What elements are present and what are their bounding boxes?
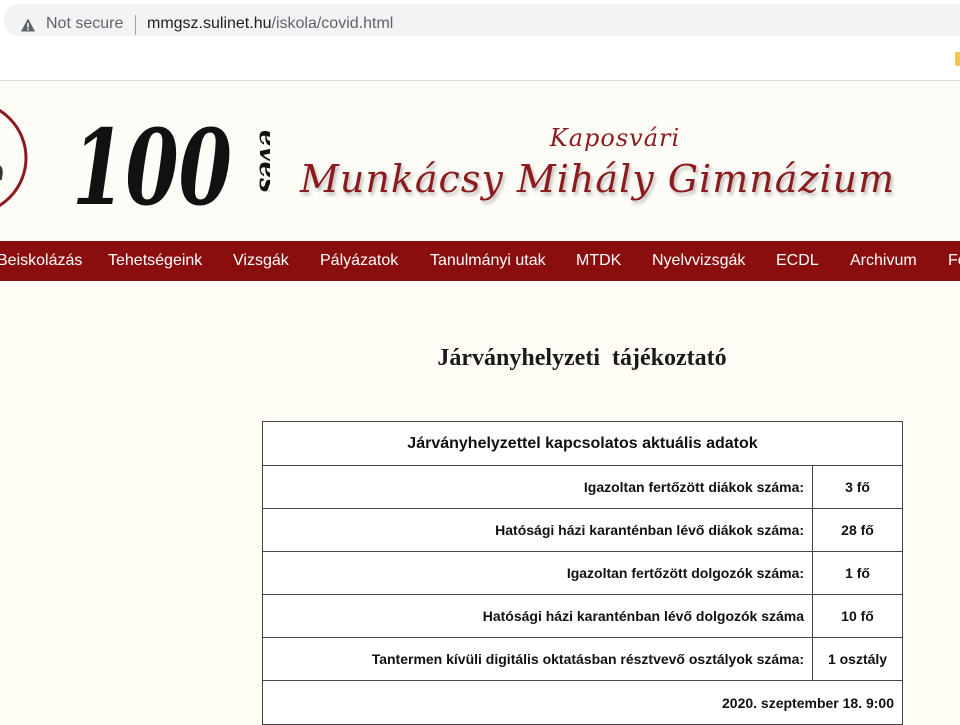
row-value: 1 osztály [812,637,903,681]
table-row: Igazoltan fertőzött diákok száma: 3 fő [261,465,903,509]
table-date-row: 2020. szeptember 18. 9:00 [262,680,903,725]
row-label: Hatósági házi karanténban lévő dolgozók … [261,594,814,638]
warning-triangle-icon[interactable] [20,17,36,33]
nav-item-archivum[interactable]: Archivum [850,252,917,270]
nav-item-vizsgak[interactable]: Vizsgák [233,252,289,270]
bookmark-folder-icon[interactable] [955,52,960,66]
school-name[interactable]: Munkácsy Mihály Gimnázium [300,157,895,201]
table-row: Tantermen kívüli digitális oktatásban ré… [261,637,903,681]
url-text[interactable]: mmgsz.sulinet.hu/iskola/covid.html [147,15,393,33]
address-bar-area: Not secure mmgsz.sulinet.hu/iskola/covid… [0,0,960,42]
row-value: 10 fő [812,594,903,638]
nav-item-mtdk[interactable]: MTDK [576,252,621,270]
main-nav: Beiskolázás Tehetségeink Vizsgák Pályáza… [0,241,960,281]
covid-data-table: Járványhelyzettel kapcsolatos aktuális a… [261,421,903,725]
row-value: 28 fő [812,508,903,552]
bookmarks-bar [0,42,960,81]
nav-item-tanulmanyi-utak[interactable]: Tanulmányi utak [430,252,546,270]
anniversary-logo: 100 éves [70,100,283,229]
table-row: Igazoltan fertőzött dolgozók száma: 1 fő [261,551,903,595]
nav-item-fo[interactable]: Fő [948,252,960,270]
omnibox-divider [135,15,136,35]
nav-item-nyelvvizsgak[interactable]: Nyelvvizsgák [652,252,745,270]
anniversary-number: 100 [72,106,232,212]
url-path: /iskola/covid.html [271,15,394,32]
row-label: Igazoltan fertőzött dolgozók száma: [261,551,814,595]
update-timestamp: 2020. szeptember 18. 9:00 [262,680,903,725]
nav-item-ecdl[interactable]: ECDL [776,252,819,270]
row-label: Igazoltan fertőzött diákok száma: [261,465,814,509]
row-value: 3 fő [812,465,903,509]
row-label: Tantermen kívüli digitális oktatásban ré… [261,637,814,681]
url-host: mmgsz.sulinet.hu [147,15,272,32]
nav-item-tehetsegeink[interactable]: Tehetségeink [108,252,202,270]
omnibox[interactable]: Not secure mmgsz.sulinet.hu/iskola/covid… [4,4,960,36]
page-title: Járványhelyzeti tájékoztató [437,345,727,371]
row-label: Hatósági házi karanténban lévő diákok sz… [261,508,814,552]
table-caption: Járványhelyzettel kapcsolatos aktuális a… [262,421,903,466]
table-caption-row: Járványhelyzettel kapcsolatos aktuális a… [262,421,903,466]
security-status-label[interactable]: Not secure [46,15,123,33]
nav-item-beiskolazas[interactable]: Beiskolázás [0,252,82,270]
school-emblem-logo[interactable] [0,100,30,220]
school-town: Kaposvári [549,124,681,152]
row-value: 1 fő [812,551,903,595]
nav-item-palyazatok[interactable]: Pályázatok [320,252,398,270]
table-row: Hatósági házi karanténban lévő diákok sz… [261,508,903,552]
table-row: Hatósági házi karanténban lévő dolgozók … [261,594,903,638]
